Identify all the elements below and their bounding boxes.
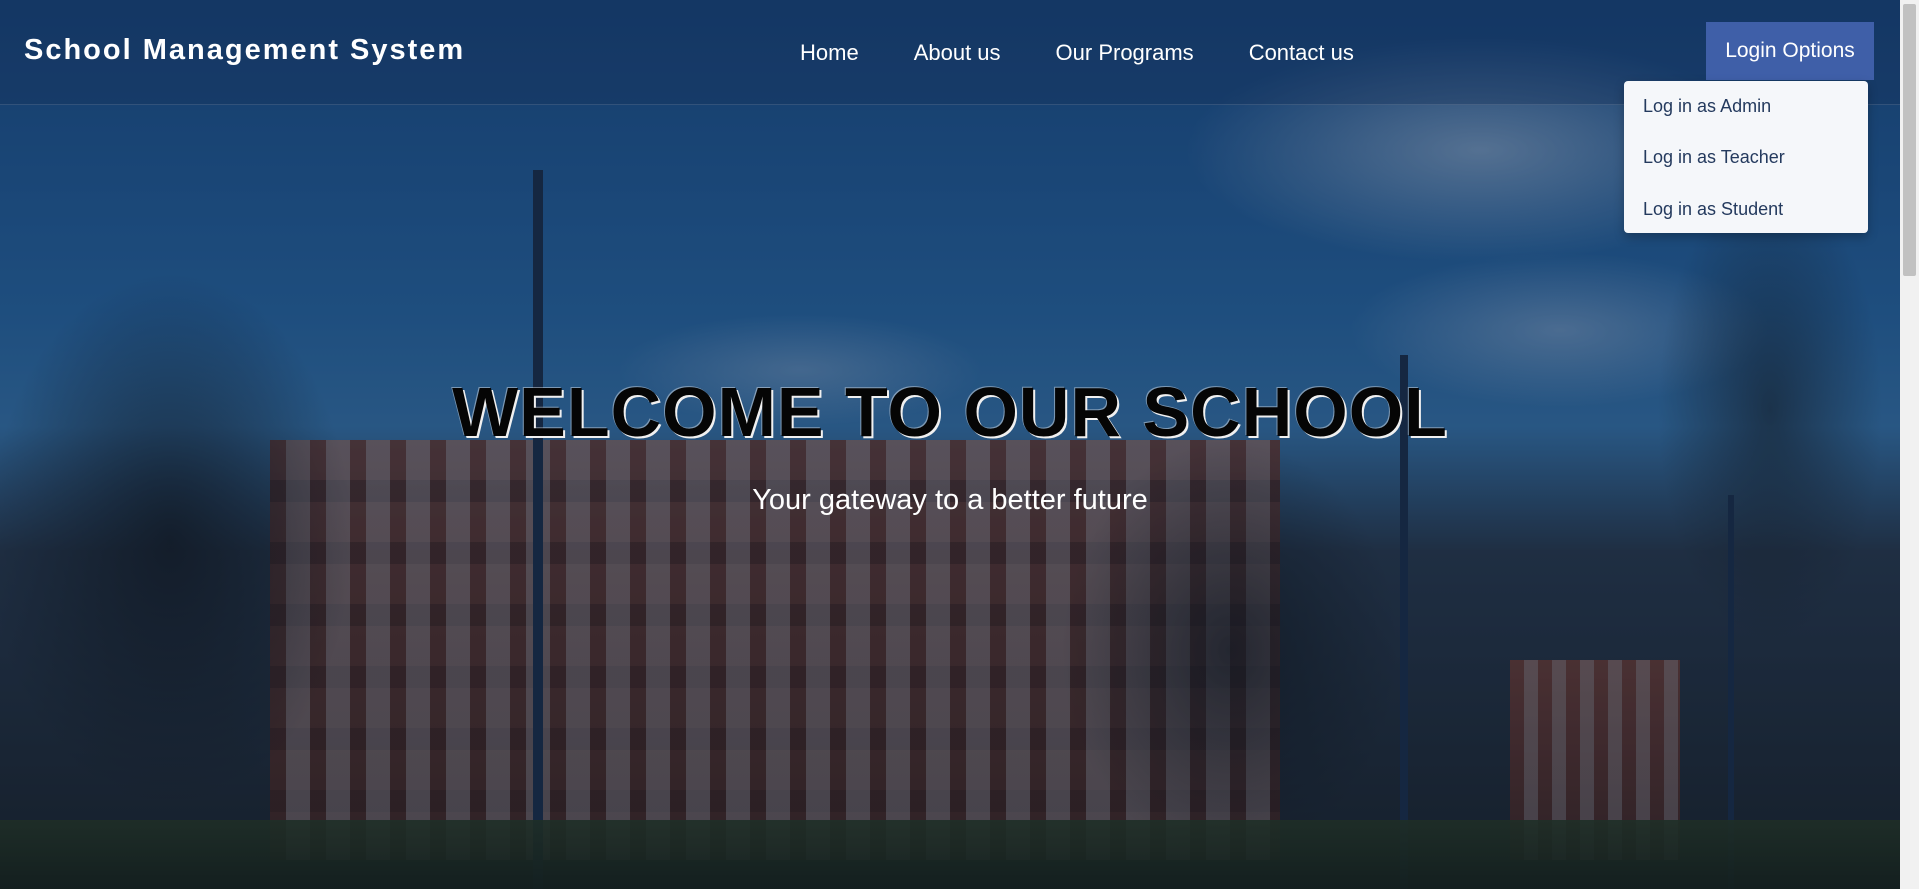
navbar: School Management System Home About us O… [0,0,1900,105]
login-admin-option[interactable]: Log in as Admin [1643,96,1771,117]
login-options-button[interactable]: Login Options [1706,22,1874,80]
login-student-option[interactable]: Log in as Student [1643,199,1783,220]
hero-subtitle: Your gateway to a better future [752,484,1148,516]
nav-links: Home About us Our Programs Contact us [800,40,1354,66]
nav-link-about[interactable]: About us [914,40,1001,66]
login-dropdown-menu: Log in as Admin Log in as Teacher Log in… [1624,81,1868,233]
nav-link-contact[interactable]: Contact us [1249,40,1354,66]
brand-title[interactable]: School Management System [24,34,465,67]
hero-title: WELCOME TO OUR SCHOOL [452,373,1448,451]
nav-link-programs[interactable]: Our Programs [1056,40,1194,66]
scrollbar-thumb[interactable] [1903,4,1916,276]
nav-link-home[interactable]: Home [800,40,859,66]
login-teacher-option[interactable]: Log in as Teacher [1643,147,1785,168]
